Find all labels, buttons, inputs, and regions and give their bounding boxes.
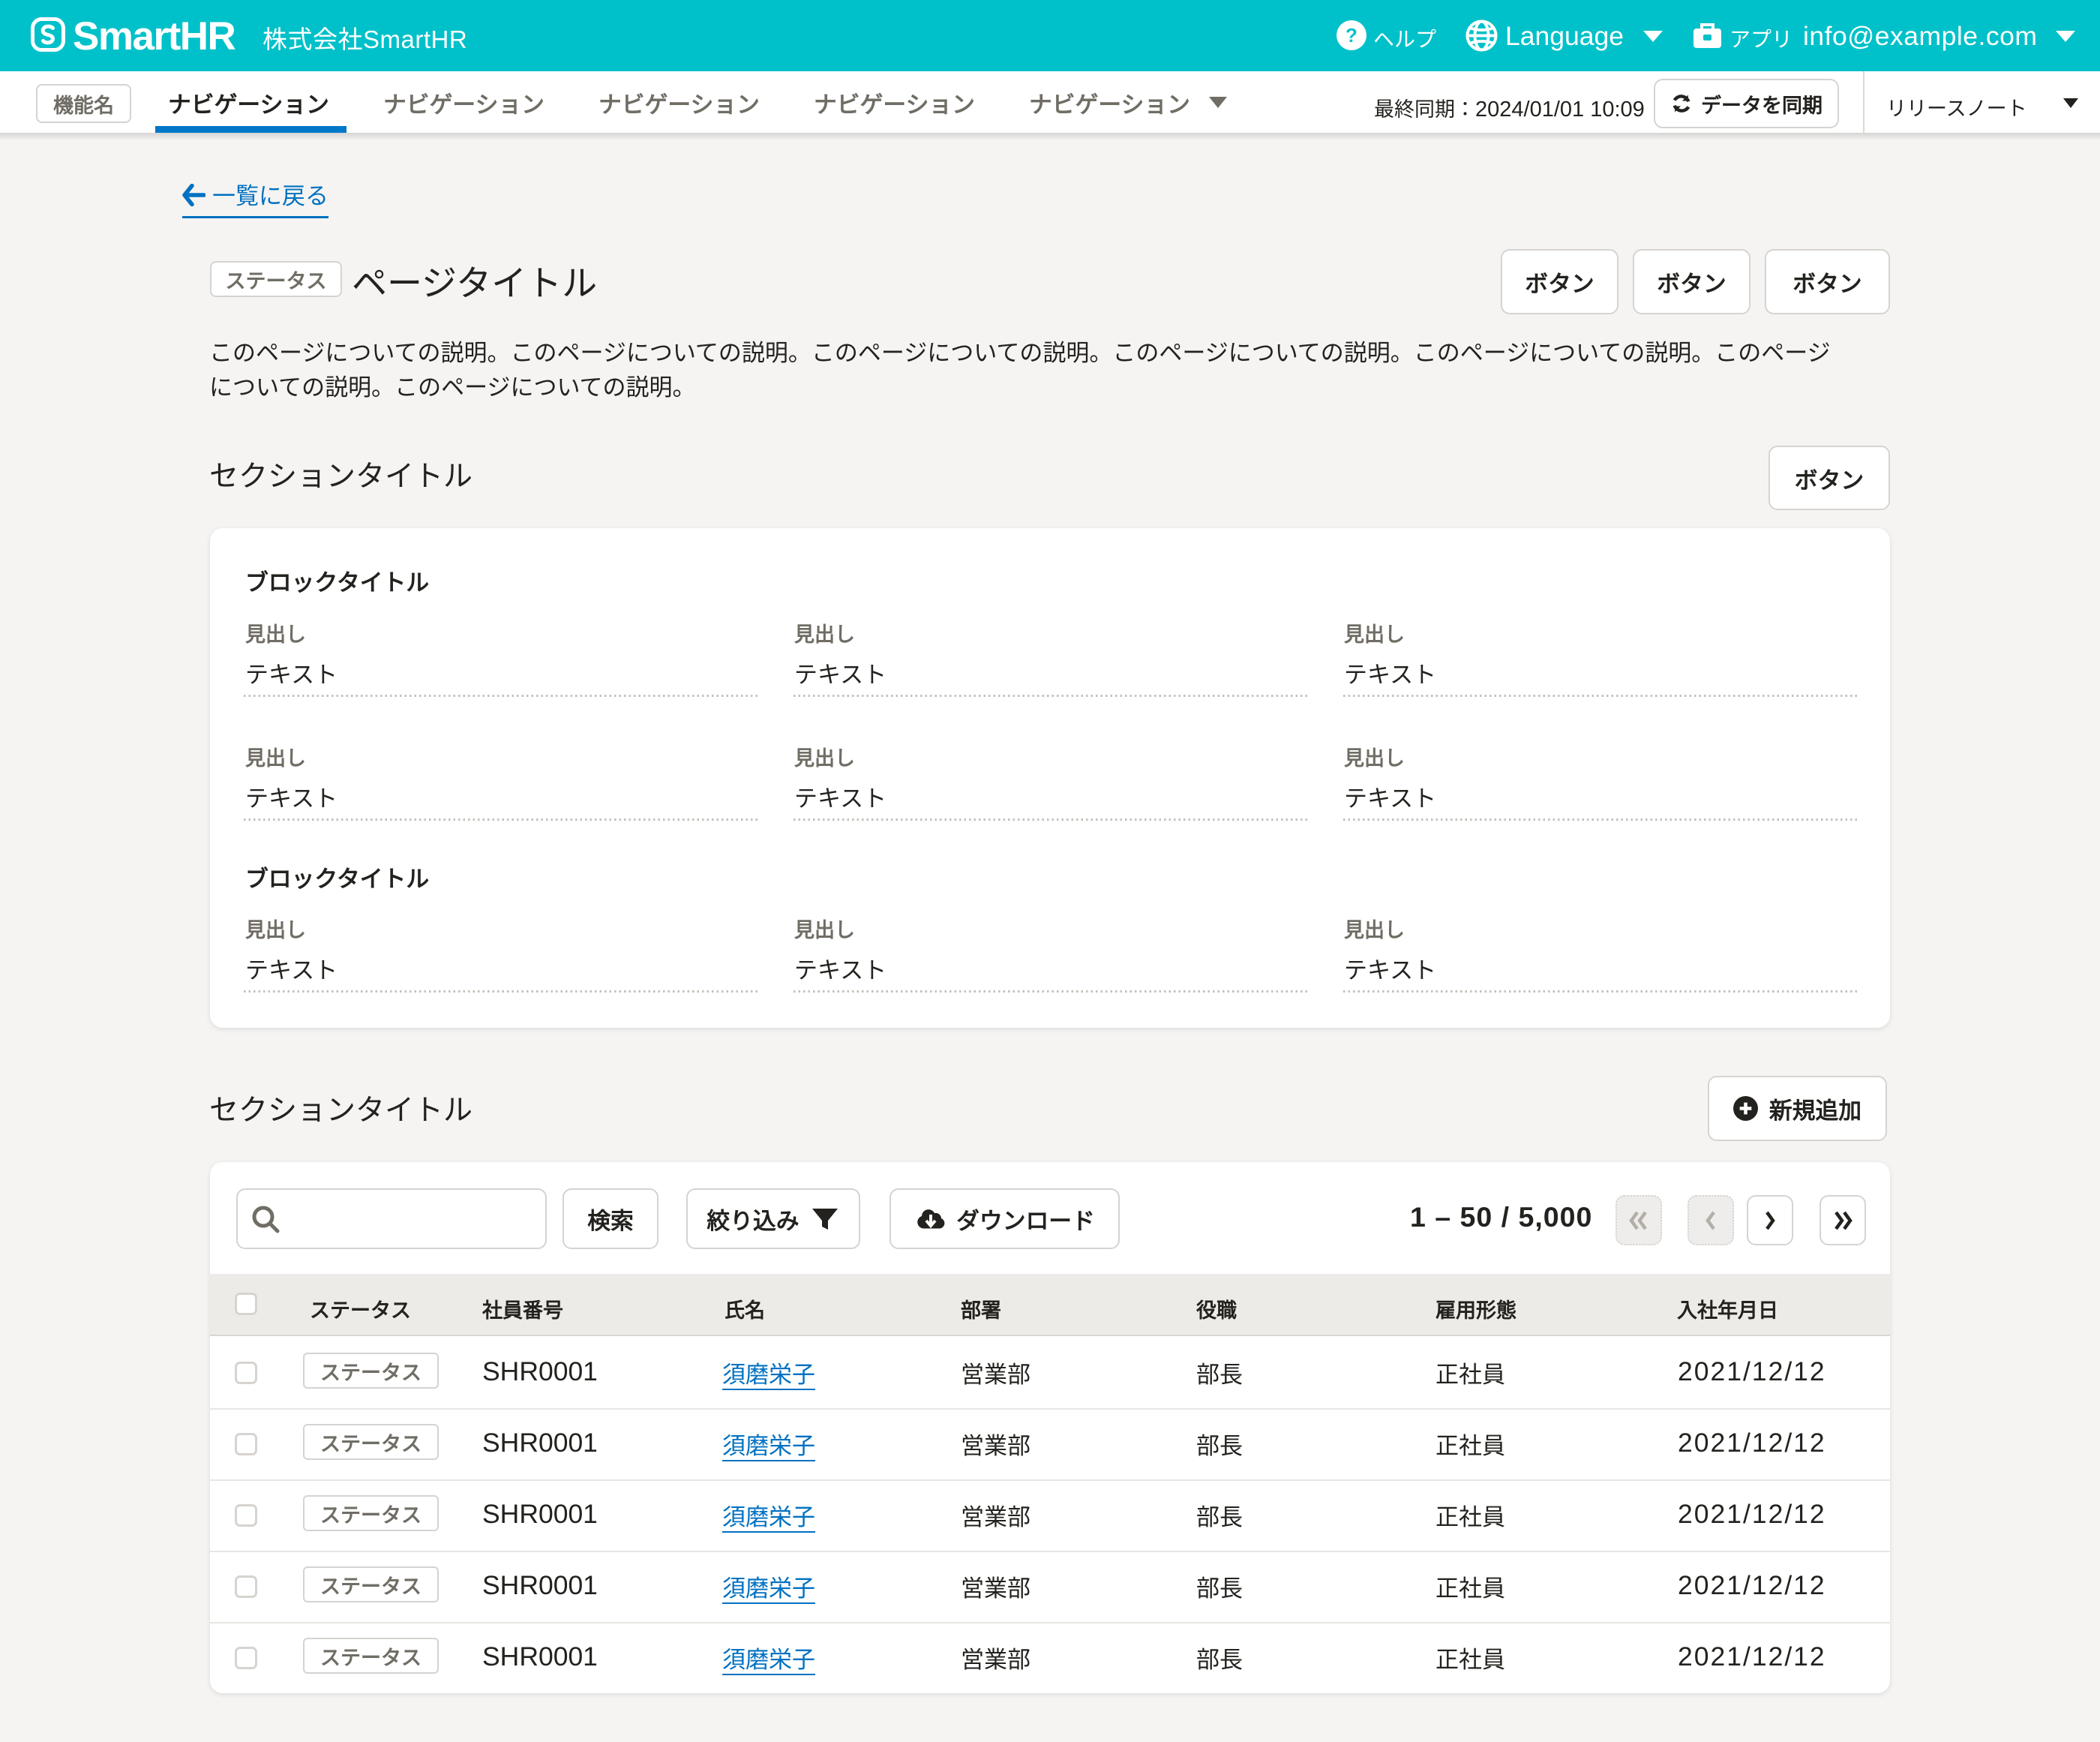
svg-text:?: ?	[1346, 24, 1358, 47]
